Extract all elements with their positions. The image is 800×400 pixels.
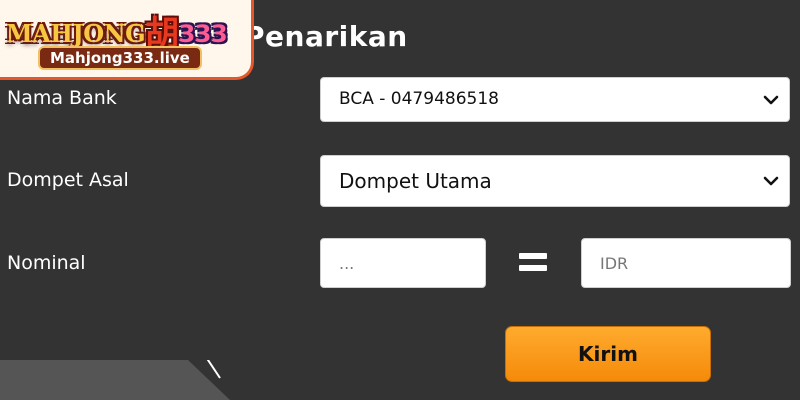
- logo-brand-text: MAHJONG: [6, 19, 146, 48]
- brand-logo: MAHJONG胡333 Mahjong333.live: [0, 0, 254, 80]
- bank-select-value: BCA - 0479486518: [339, 89, 499, 109]
- submit-button[interactable]: Kirim: [505, 326, 711, 382]
- wallet-select-value: Dompet Utama: [339, 169, 492, 193]
- decorative-corner: [0, 360, 230, 400]
- amount-input-wrapper: [320, 238, 486, 288]
- amount-input[interactable]: [321, 239, 485, 287]
- chevron-down-icon: [763, 176, 779, 186]
- chevron-down-icon: [763, 95, 779, 104]
- converted-amount-wrapper: [581, 238, 791, 288]
- bank-select[interactable]: BCA - 0479486518: [320, 77, 790, 122]
- amount-label: Nominal: [7, 252, 86, 274]
- equals-icon: [519, 250, 549, 276]
- page-title: Penarikan: [244, 20, 408, 53]
- bank-label: Nama Bank: [7, 87, 117, 109]
- logo-domain: Mahjong333.live: [38, 46, 202, 70]
- wallet-label: Dompet Asal: [7, 169, 129, 191]
- converted-amount-input[interactable]: [582, 239, 790, 287]
- logo-number: 333: [178, 20, 228, 48]
- wallet-select[interactable]: Dompet Utama: [320, 155, 790, 207]
